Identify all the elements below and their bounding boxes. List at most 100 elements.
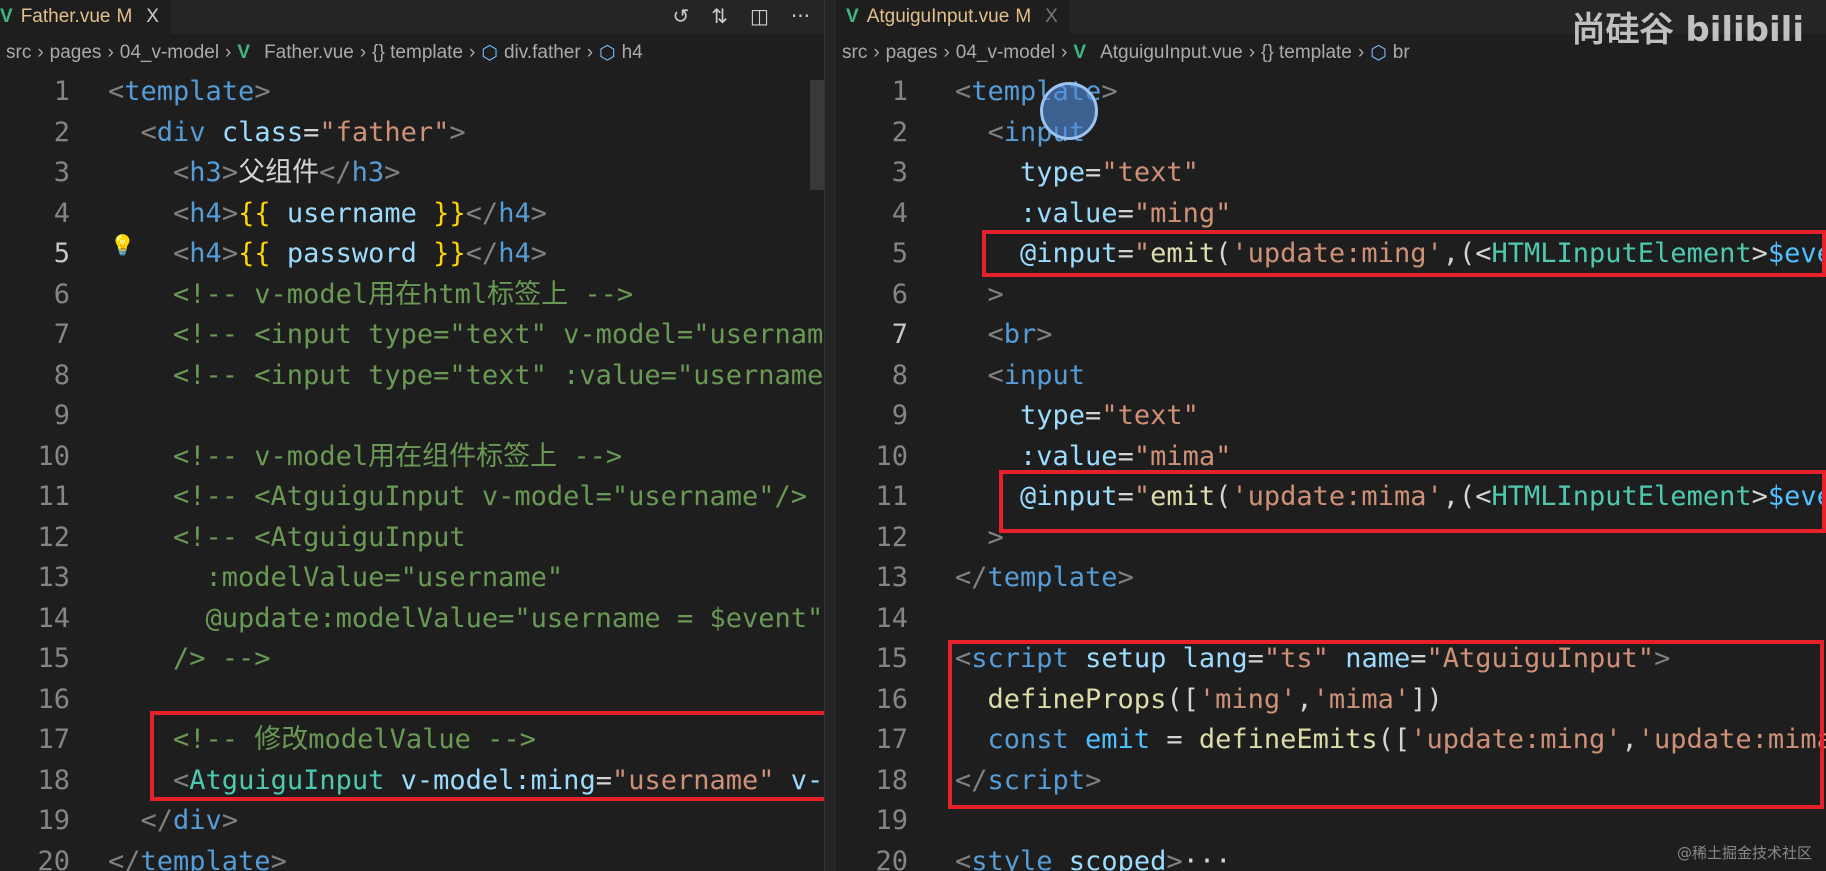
code-token: = (1117, 440, 1134, 472)
breadcrumb-separator-icon: › (873, 42, 880, 63)
code-token: {{ (238, 238, 271, 269)
breadcrumb-item[interactable]: div.father (504, 42, 581, 64)
line-content: <br> (955, 315, 1053, 356)
line-number: 14 (875, 602, 908, 634)
split-editor-icon[interactable]: ◫ (750, 4, 769, 28)
line-content: > (955, 518, 1004, 559)
code-token: password (270, 238, 434, 269)
code-token: > (254, 76, 271, 107)
code-token: < (108, 76, 125, 107)
line-number: 20 (37, 845, 70, 871)
code-line: 11 <!-- <AtguiguInput v-model="username"… (0, 477, 824, 518)
line-content: <!-- <input type="text" v-model="usernam… (108, 315, 824, 356)
highlight-box (150, 711, 824, 801)
line-content: </template> (955, 558, 1134, 599)
code-token: }} (433, 197, 466, 229)
code-token: </ (319, 157, 352, 188)
line-content: </div> (108, 801, 239, 842)
code-token: input (1003, 359, 1086, 391)
breadcrumb-item[interactable]: pages (50, 42, 102, 64)
code-token: template (140, 845, 271, 871)
mouse-cursor-indicator (1040, 82, 1098, 140)
lightbulb-icon[interactable]: 💡 (110, 233, 135, 257)
line-number: 12 (875, 521, 908, 553)
line-number: 6 (53, 278, 70, 310)
code-line: 1 <template> (836, 72, 1826, 113)
code-token: < (987, 319, 1004, 350)
line-number: 4 (891, 197, 908, 229)
line-number: 15 (37, 643, 70, 674)
code-line: 20 </template> (0, 842, 824, 871)
code-token: <!-- <input type="text" v-model="usernam… (173, 319, 824, 350)
close-tab-button[interactable]: X (146, 6, 159, 28)
code-token: </ (465, 197, 499, 229)
tab-father-vue[interactable]: V Father.vue M X (0, 0, 171, 34)
line-content: <h4>{{ username }}</h4> (108, 194, 547, 235)
code-token: > (1117, 562, 1134, 593)
code-token: h4 (189, 197, 222, 229)
code-token: :value (955, 440, 1118, 472)
line-content: </template> (108, 842, 287, 871)
code-token: "father" (319, 116, 450, 148)
code-line: 4 <h4>{{ username }}</h4> (0, 194, 824, 235)
symbol-icon: ⬡ (481, 42, 498, 64)
line-number: 14 (37, 602, 70, 634)
line-number: 19 (875, 805, 908, 836)
code-token: @update:modelValue="username = $event" (108, 602, 824, 634)
line-number: 11 (37, 481, 70, 512)
code-line: 13 </template> (836, 558, 1826, 599)
code-token: > (987, 278, 1004, 310)
history-icon[interactable]: ↺ (672, 4, 689, 28)
code-token: "text" (1101, 157, 1199, 188)
close-tab-button[interactable]: X (1045, 6, 1058, 28)
tab-atguiguinput-vue[interactable]: V AtguiguInput.vue M X (836, 0, 1070, 34)
breadcrumb-item[interactable]: AtguiguInput.vue (1100, 42, 1243, 64)
breadcrumb-item[interactable]: Father.vue (264, 42, 354, 64)
code-token: = (1085, 400, 1102, 431)
code-token: br (1003, 319, 1037, 350)
watermark-logo: 尚硅谷 bilibili (1571, 10, 1804, 50)
code-token: < (140, 116, 157, 148)
compare-changes-icon[interactable]: ⇅ (711, 4, 728, 28)
line-number: 12 (37, 521, 70, 553)
line-number: 16 (37, 683, 70, 715)
code-token: :modelValue="username" (108, 562, 564, 593)
breadcrumb-item[interactable]: 04_v-model (120, 42, 219, 64)
code-line: 12 <!-- <AtguiguInput (0, 518, 824, 559)
breadcrumb-item[interactable]: src (6, 42, 31, 64)
scrollbar[interactable] (810, 80, 824, 190)
breadcrumb-item[interactable]: 04_v-model (956, 42, 1055, 64)
code-token: div (156, 116, 206, 148)
code-token: > (384, 157, 401, 188)
line-content: @update:modelValue="username = $event" (108, 599, 824, 640)
breadcrumb-separator-icon: › (107, 42, 114, 63)
code-token: </ (140, 805, 174, 836)
code-line: 19 </div> (0, 801, 824, 842)
more-actions-icon[interactable]: ··· (791, 4, 810, 28)
code-token: > (270, 845, 287, 871)
line-content: <template> (108, 72, 271, 113)
line-number: 4 (53, 197, 70, 229)
code-line: 7 <!-- <input type="text" v-model="usern… (0, 315, 824, 356)
code-token: scoped (1052, 845, 1167, 871)
breadcrumb-item[interactable]: {} template (372, 42, 463, 64)
breadcrumb-item[interactable]: pages (886, 42, 938, 64)
vue-file-icon: V (846, 6, 859, 27)
line-number: 19 (37, 805, 70, 836)
breadcrumb-item[interactable]: src (842, 42, 867, 64)
code-line: 7 <br> (836, 315, 1826, 356)
breadcrumb-item[interactable]: br (1393, 42, 1410, 64)
code-line: 15 /> --> (0, 639, 824, 680)
breadcrumb-item[interactable]: h4 (622, 42, 643, 64)
code-line: 14 (836, 599, 1826, 640)
breadcrumb-item[interactable]: {} template (1261, 42, 1352, 64)
code-token: <!-- v-model用在html标签上 --> (108, 278, 634, 310)
code-line: 9 type="text" (836, 396, 1826, 437)
